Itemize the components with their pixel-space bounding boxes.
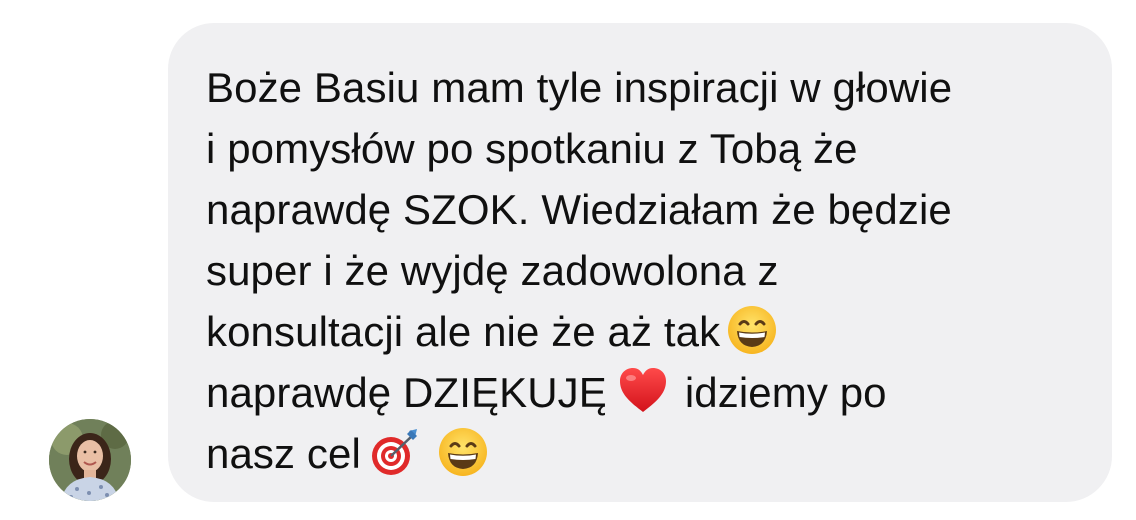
message-line: super i że wyjdę zadowolona z (206, 247, 779, 294)
message-bubble[interactable]: Boże Basiu mam tyle inspiracji w głowie … (168, 23, 1112, 502)
grinning-face-emoji-icon (726, 304, 778, 356)
message-line-text: konsultacji ale nie że aż tak (206, 308, 721, 355)
message-line-with-emoji: nasz cel (206, 423, 1092, 484)
red-heart-emoji-icon (617, 365, 669, 417)
message-line-text: idziemy po (684, 369, 887, 416)
message-line-text: nasz cel (206, 430, 361, 477)
message-line-text: naprawdę DZIĘKUJĘ (206, 369, 607, 416)
message-line-with-emoji: naprawdę DZIĘKUJĘ idziemy po (206, 362, 1092, 423)
message-line-with-emoji: konsultacji ale nie że aż tak (206, 301, 1092, 362)
sender-avatar[interactable] (49, 419, 131, 501)
direct-hit-emoji-icon (369, 426, 421, 478)
message-line: i pomysłów po spotkaniu z Tobą że (206, 125, 858, 172)
grinning-face-emoji-icon (437, 426, 489, 478)
message-line: Boże Basiu mam tyle inspiracji w głowie (206, 64, 953, 111)
message-text: Boże Basiu mam tyle inspiracji w głowie … (206, 57, 1092, 484)
message-line: naprawdę SZOK. Wiedziałam że będzie (206, 186, 952, 233)
message-row: Boże Basiu mam tyle inspiracji w głowie … (0, 0, 1136, 520)
